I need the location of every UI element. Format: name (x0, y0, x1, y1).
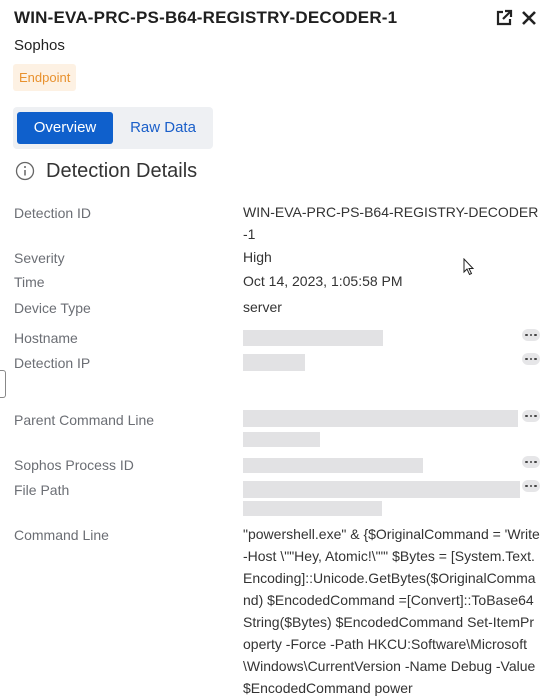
more-options-icon[interactable] (522, 410, 540, 422)
detection-ip-redacted (243, 354, 305, 371)
device-type-value: server (243, 299, 282, 315)
close-icon[interactable] (519, 8, 539, 28)
tab-overview[interactable]: Overview (17, 112, 113, 144)
file-path-label: File Path (14, 482, 70, 498)
category-badge: Endpoint (13, 64, 77, 91)
file-path-redacted (243, 481, 520, 498)
detection-ip-label: Detection IP (14, 355, 91, 371)
parent-command-line-redacted (243, 410, 518, 427)
parent-command-line-label: Parent Command Line (14, 412, 155, 428)
more-options-icon[interactable] (522, 456, 540, 468)
command-line-label: Command Line (14, 527, 109, 543)
detection-id-value: WIN-EVA-PRC-PS-B64-REGISTRY-DECODER-1 (243, 204, 539, 242)
severity-value: High (243, 249, 272, 265)
detection-id-label: Detection ID (14, 205, 92, 221)
external-link-icon[interactable] (494, 8, 514, 28)
more-options-icon[interactable] (522, 329, 540, 341)
mouse-cursor-icon (463, 258, 475, 276)
hostname-label: Hostname (14, 330, 78, 346)
info-icon (15, 161, 35, 181)
time-label: Time (14, 274, 45, 290)
section-title: Detection Details (46, 160, 198, 182)
detection-title: WIN-EVA-PRC-PS-B64-REGISTRY-DECODER-1 (14, 8, 398, 27)
more-options-icon[interactable] (522, 480, 540, 492)
panel-resize-handle[interactable] (0, 370, 6, 398)
sophos-process-id-redacted (243, 458, 423, 473)
sophos-process-id-label: Sophos Process ID (14, 457, 134, 473)
more-options-icon[interactable] (522, 353, 540, 365)
file-path-redacted (243, 501, 382, 516)
command-line-value: "powershell.exe" & {$OriginalCommand = '… (243, 526, 540, 696)
hostname-redacted (243, 330, 383, 346)
severity-label: Severity (14, 250, 65, 266)
time-value: Oct 14, 2023, 1:05:58 PM (243, 273, 403, 289)
vendor-name: Sophos (14, 37, 65, 54)
tab-raw-data[interactable]: Raw Data (117, 112, 209, 144)
parent-command-line-redacted (243, 432, 320, 447)
view-tabs: Overview Raw Data (13, 107, 213, 149)
device-type-label: Device Type (14, 300, 91, 316)
